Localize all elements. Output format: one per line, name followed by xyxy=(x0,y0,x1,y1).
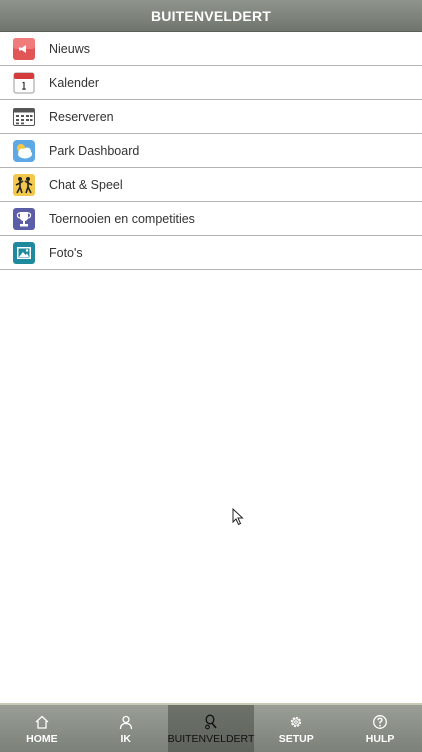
menu-item-chat-speel[interactable]: Chat & Speel xyxy=(0,168,422,202)
menu-item-label: Chat & Speel xyxy=(49,177,123,192)
weather-cloud-icon xyxy=(13,139,35,162)
tab-home[interactable]: HOME xyxy=(0,705,84,752)
main-menu: Nieuws Kalender Reserveren Park Dashboar… xyxy=(0,32,422,270)
page-title: BUITENVELDERT xyxy=(150,7,272,24)
mouse-pointer-icon xyxy=(232,507,244,531)
user-icon xyxy=(117,713,135,731)
menu-item-label: Kalender xyxy=(49,75,100,90)
menu-item-kalender[interactable]: Kalender xyxy=(0,66,422,100)
players-icon xyxy=(13,173,35,196)
tab-hulp[interactable]: HULP xyxy=(338,705,422,752)
tab-setup[interactable]: SETUP xyxy=(254,705,338,752)
menu-item-reserveren[interactable]: Reserveren xyxy=(0,100,422,134)
tab-buitenveldert[interactable]: BUITENVELDERT xyxy=(167,705,255,752)
home-icon xyxy=(33,713,51,731)
trophy-icon xyxy=(13,207,35,230)
tab-label: IK xyxy=(120,732,131,745)
menu-item-park-dashboard[interactable]: Park Dashboard xyxy=(0,134,422,168)
tab-label: SETUP xyxy=(278,732,314,745)
menu-item-label: Toernooien en competities xyxy=(49,211,195,226)
menu-item-toernooien[interactable]: Toernooien en competities xyxy=(0,202,422,236)
gear-icon xyxy=(287,713,305,731)
help-icon xyxy=(371,713,389,731)
menu-item-nieuws[interactable]: Nieuws xyxy=(0,32,422,66)
bottom-tab-bar: HOME IK BUITENVELDERT SETUP HULP xyxy=(0,703,422,752)
menu-item-label: Reserveren xyxy=(49,109,114,124)
tab-ik[interactable]: IK xyxy=(84,705,168,752)
menu-item-label: Nieuws xyxy=(49,41,90,56)
megaphone-icon xyxy=(13,37,35,60)
photo-icon xyxy=(13,241,35,264)
menu-item-label: Park Dashboard xyxy=(49,143,140,158)
tab-label: BUITENVELDERT xyxy=(167,732,255,745)
tab-label: HULP xyxy=(365,732,395,745)
menu-item-fotos[interactable]: Foto's xyxy=(0,236,422,270)
reservation-grid-icon xyxy=(13,106,35,128)
calendar-icon xyxy=(13,72,35,94)
tennis-racket-icon xyxy=(202,713,220,731)
menu-item-label: Foto's xyxy=(49,245,83,260)
app-header: BUITENVELDERT xyxy=(0,0,422,32)
tab-label: HOME xyxy=(26,732,58,745)
